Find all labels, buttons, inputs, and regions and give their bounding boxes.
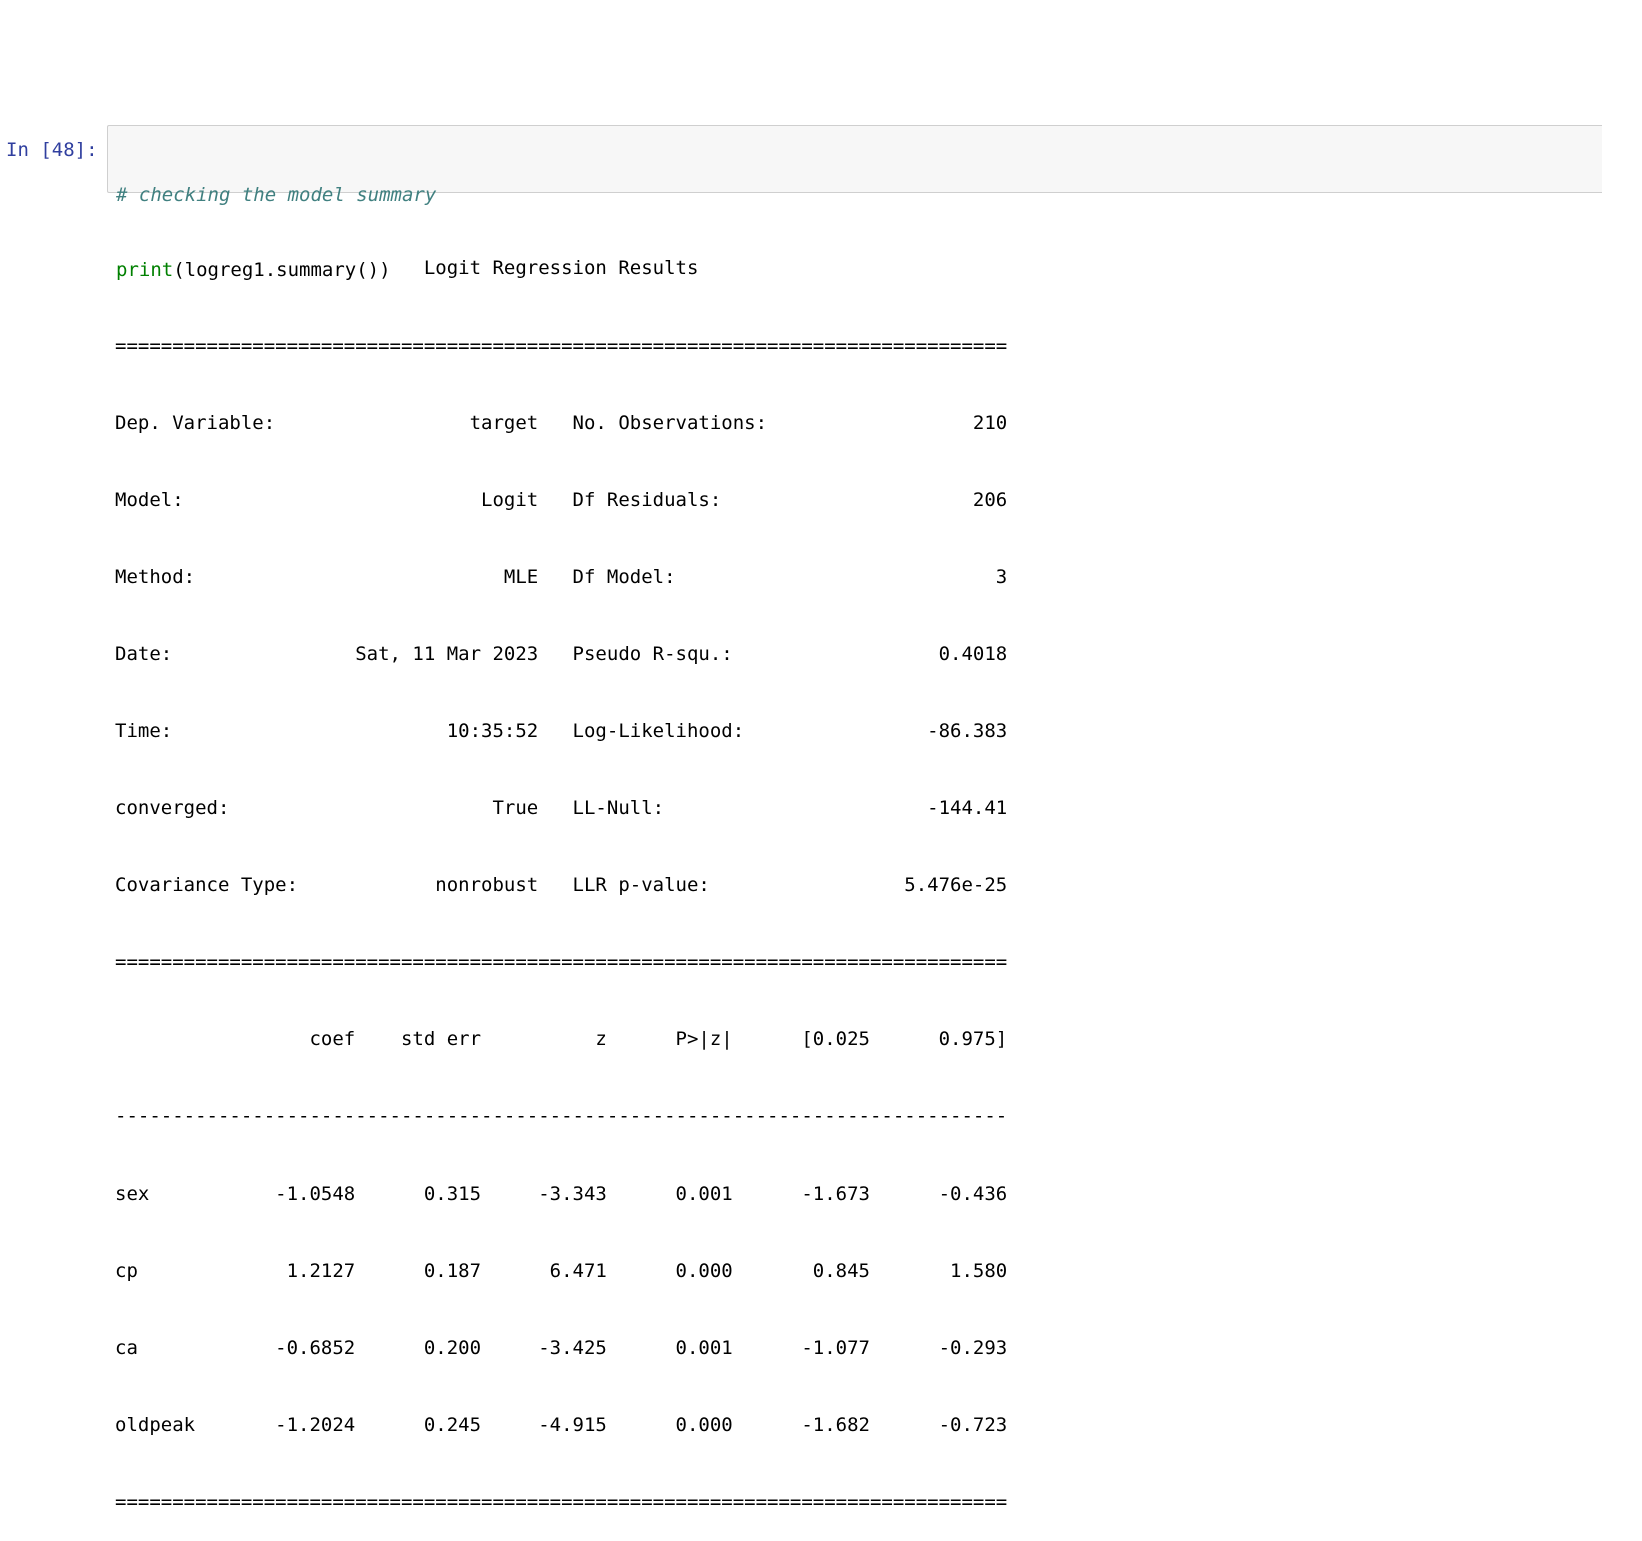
summary-title: Logit Regression Results [115,257,1008,280]
cell-output: Logit Regression Results ===============… [115,205,1007,1541]
coef-row: oldpeak -1.2024 0.245 -4.915 0.000 -1.68… [115,1413,1008,1436]
coef-row: sex -1.0548 0.315 -3.343 0.001 -1.673 -0… [115,1182,1008,1205]
separator-double: ========================================… [115,951,1008,974]
separator-single: ----------------------------------------… [115,1105,1008,1128]
info-row: Method: MLE Df Model: 3 [115,565,1008,588]
coef-row: ca -0.6852 0.200 -3.425 0.001 -1.077 -0.… [115,1336,1008,1359]
info-row: Date: Sat, 11 Mar 2023 Pseudo R-squ.: 0.… [115,642,1008,665]
info-row: converged: True LL-Null: -144.41 [115,797,1008,820]
separator-double: ========================================… [115,334,1008,357]
coef-row: cp 1.2127 0.187 6.471 0.000 0.845 1.580 [115,1259,1008,1282]
info-row: Model: Logit Df Residuals: 206 [115,488,1008,511]
info-row: Time: 10:35:52 Log-Likelihood: -86.383 [115,719,1008,742]
code-comment: # checking the model summary [116,184,437,206]
info-row: Dep. Variable: target No. Observations: … [115,411,1008,434]
coef-table-header: coef std err z P>|z| [0.025 0.975] [115,1028,1008,1051]
code-cell-input[interactable]: # checking the model summary print(logre… [107,125,1602,281]
input-prompt: In [48]: [6,139,98,161]
info-row: Covariance Type: nonrobust LLR p-value: … [115,874,1008,897]
separator-double: ========================================… [115,1490,1008,1513]
